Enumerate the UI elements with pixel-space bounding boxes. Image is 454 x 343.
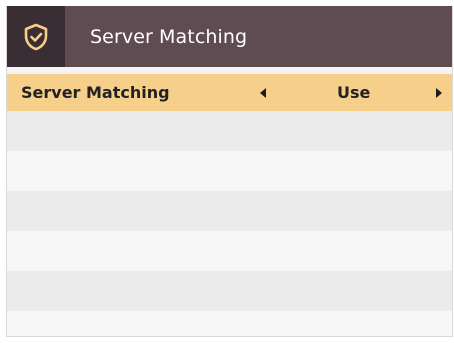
server-matching-value: Use — [337, 83, 371, 102]
page-title: Server Matching — [90, 25, 248, 48]
shield-check-icon — [7, 6, 65, 67]
title-bar: Server Matching — [7, 6, 452, 67]
server-matching-row[interactable]: Server Matching Use — [7, 74, 452, 111]
settings-panel: Server Matching Server Matching Use — [6, 6, 453, 337]
empty-row — [7, 271, 452, 311]
empty-row — [7, 191, 452, 231]
empty-row — [7, 231, 452, 271]
left-arrow-icon[interactable] — [260, 87, 266, 98]
empty-row — [7, 311, 452, 336]
right-arrow-icon[interactable] — [436, 87, 442, 98]
empty-row — [7, 111, 452, 151]
empty-row — [7, 151, 452, 191]
server-matching-label: Server Matching — [21, 83, 170, 102]
settings-list: Server Matching Use — [7, 74, 452, 336]
